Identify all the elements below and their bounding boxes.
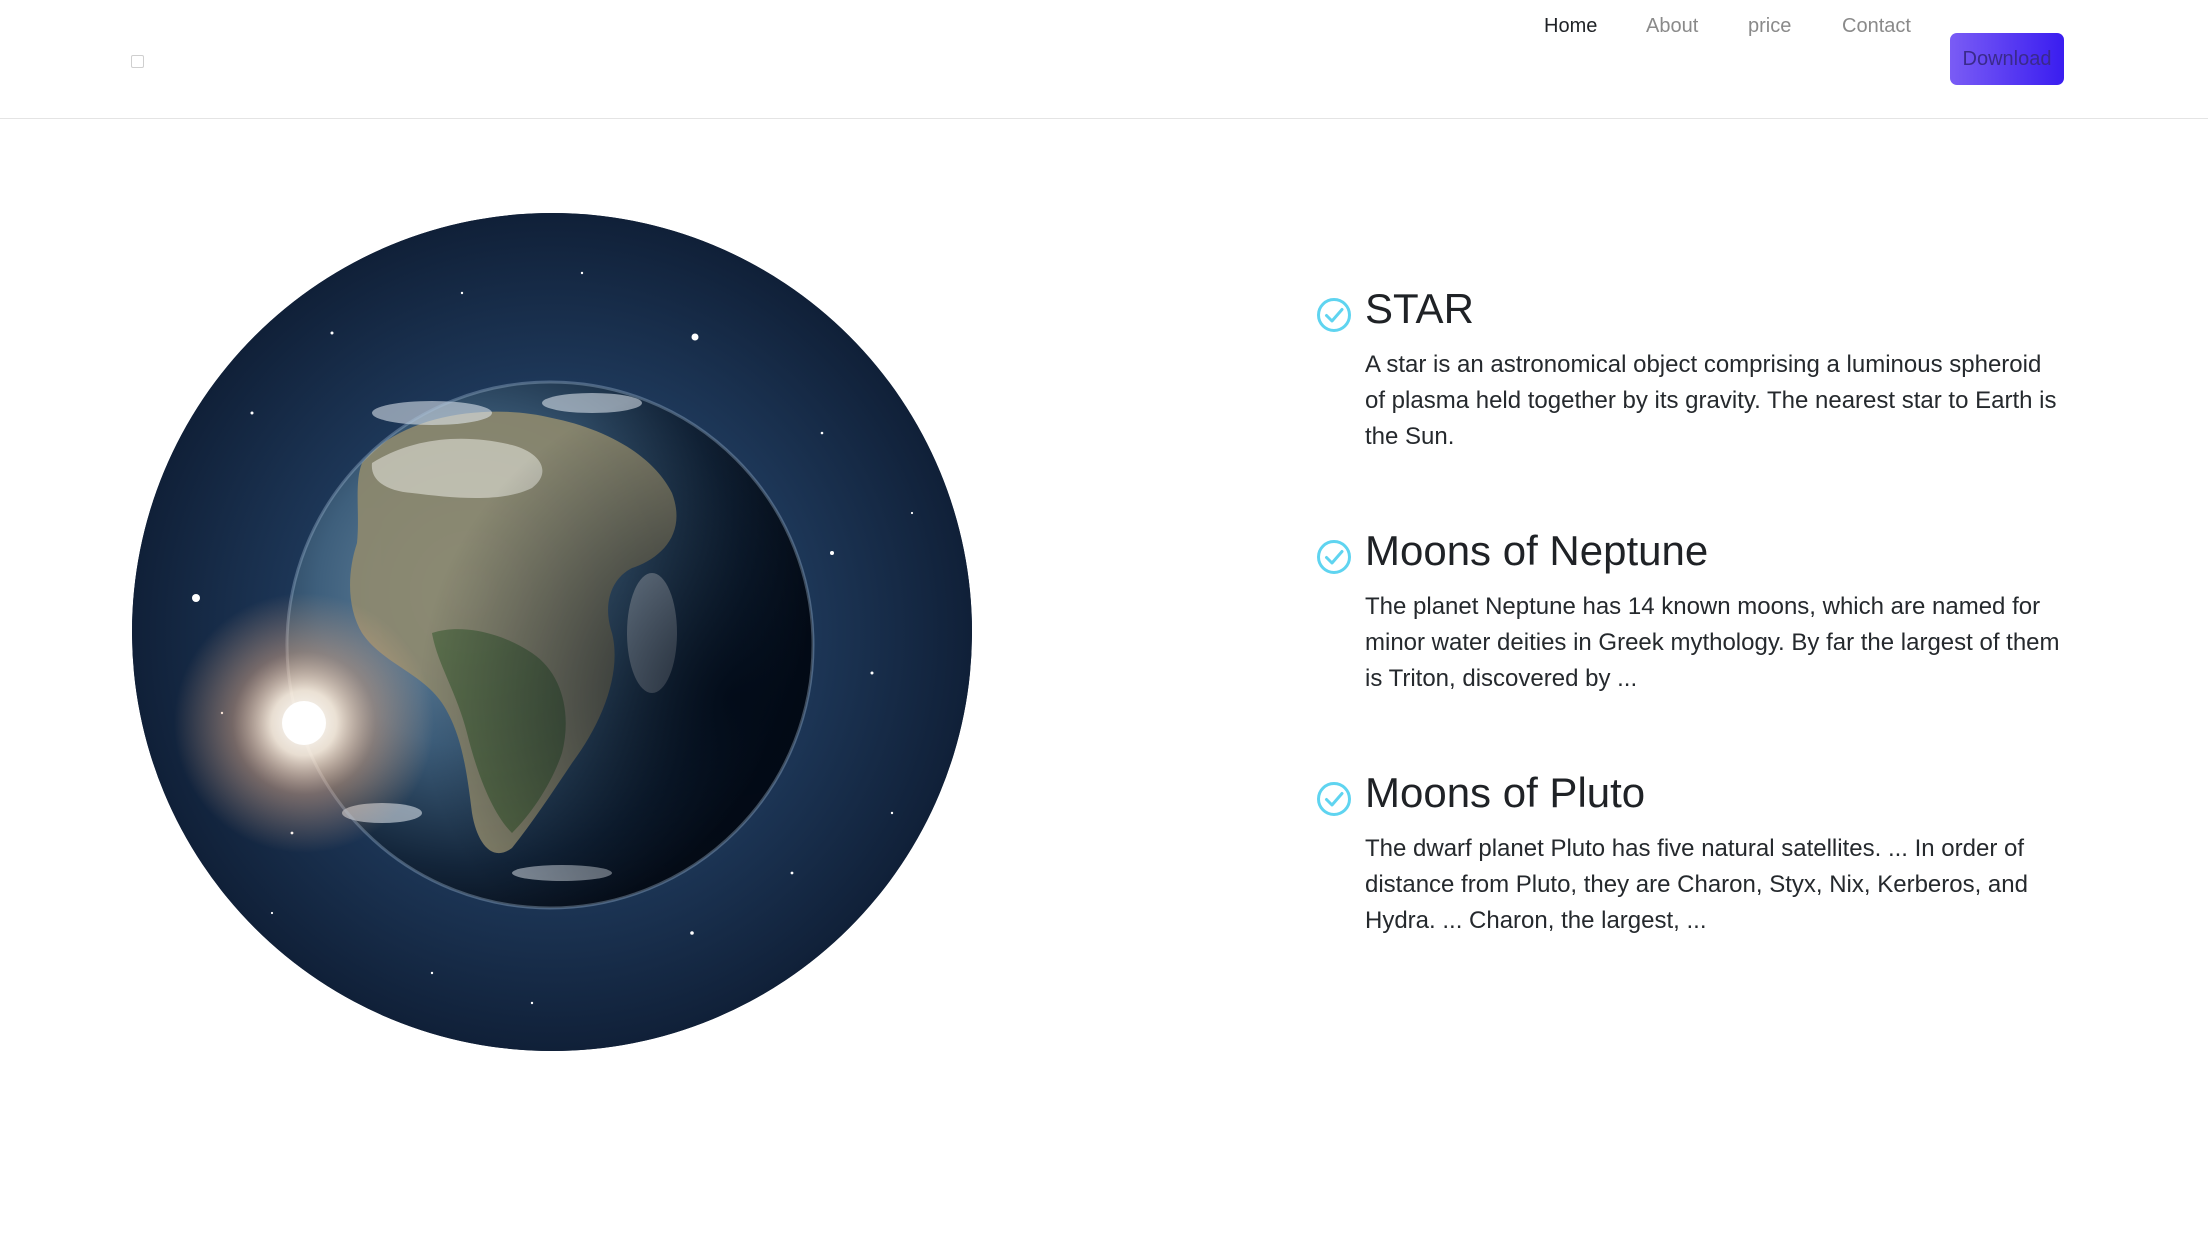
feature-title: Moons of Pluto [1365,769,1646,816]
download-button[interactable]: Download [1950,33,2064,85]
check-circle-icon [1317,782,1351,816]
check-circle-icon [1317,298,1351,332]
feature-title: Moons of Neptune [1365,527,1709,574]
nav-about[interactable]: About [1646,0,1698,52]
feature-description: The planet Neptune has 14 known moons, w… [1365,593,2060,692]
feature-description: A star is an astronomical object compris… [1365,351,2057,450]
site-header: Home About price Contact Download [0,0,2208,119]
check-circle-icon [1317,540,1351,574]
feature-description: The dwarf planet Pluto has five natural … [1365,835,2028,934]
earth-in-space-image [132,213,972,1051]
nav-contact[interactable]: Contact [1842,0,1911,52]
feature-title: STAR [1365,285,1474,332]
logo-icon[interactable] [131,55,144,68]
nav-home[interactable]: Home [1544,0,1597,52]
nav-price[interactable]: price [1748,0,1791,52]
